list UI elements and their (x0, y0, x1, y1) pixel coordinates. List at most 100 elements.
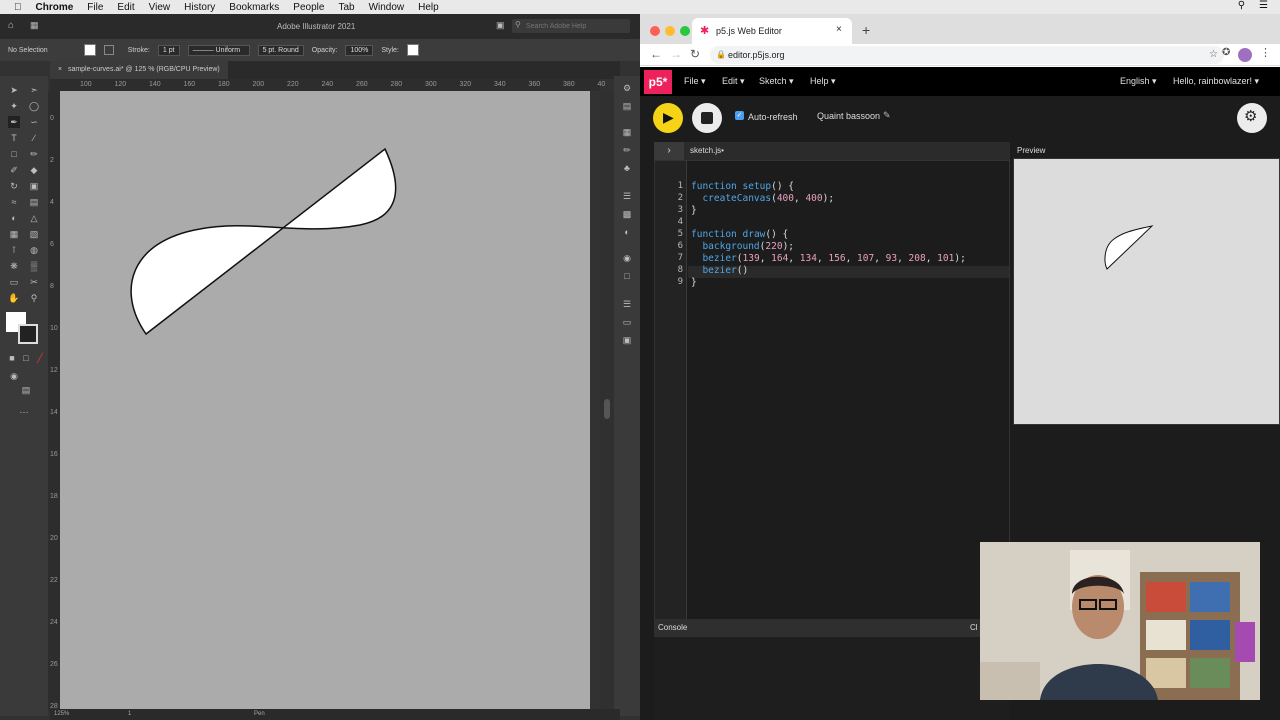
expand-sidebar-icon[interactable]: › (654, 142, 684, 160)
direct-selection-tool-icon[interactable]: ➣ (28, 84, 40, 96)
eraser-tool-icon[interactable]: ◆ (28, 164, 40, 176)
menubar-app-name[interactable]: Chrome (36, 2, 74, 13)
graphic-style-swatch[interactable] (406, 44, 419, 56)
transparency-panel-icon[interactable]: ◐ (621, 226, 633, 238)
code-line[interactable]: function draw() { (691, 229, 788, 240)
shaper-tool-icon[interactable]: ✐ (8, 164, 20, 176)
bookmark-star-icon[interactable]: ☆ (1209, 46, 1218, 64)
profile-avatar[interactable] (1238, 48, 1252, 62)
magic-wand-tool-icon[interactable]: ✦ (8, 100, 20, 112)
stroke-weight-field[interactable]: 1 pt (157, 44, 180, 56)
eyedropper-tool-icon[interactable]: ⊺ (8, 244, 20, 256)
document-tab[interactable]: × sample-curves.ai* @ 125 % (RGB/CPU Pre… (50, 61, 228, 79)
apple-icon[interactable]:  (14, 2, 22, 13)
code-line[interactable]: bezier() (691, 265, 748, 276)
type-tool-icon[interactable]: T (8, 132, 20, 144)
blend-tool-icon[interactable]: ◍ (28, 244, 40, 256)
brushes-panel-icon[interactable]: ✏ (621, 144, 633, 156)
close-tab-icon[interactable]: × (836, 24, 842, 35)
gradient-tool-icon[interactable]: ▧ (28, 228, 40, 240)
lasso-tool-icon[interactable]: ◯ (28, 100, 40, 112)
free-transform-tool-icon[interactable]: ▤ (28, 196, 40, 208)
menubar-item-tab[interactable]: Tab (338, 2, 354, 13)
curvature-tool-icon[interactable]: ∽ (28, 116, 40, 128)
menubar-item-edit[interactable]: Edit (117, 2, 134, 13)
rotate-tool-icon[interactable]: ↻ (8, 180, 20, 192)
stroke-color-box[interactable] (18, 324, 38, 344)
mesh-tool-icon[interactable]: ▦ (8, 228, 20, 240)
nav-edit-menu[interactable]: Edit ▾ (722, 76, 745, 87)
stop-button[interactable] (692, 103, 722, 133)
zoom-level[interactable]: 125% (54, 711, 69, 717)
auto-refresh-checkbox[interactable]: ✓ (735, 111, 744, 120)
gradient-panel-icon[interactable]: ▩ (621, 208, 633, 220)
address-bar[interactable]: 🔒 editor.p5js.org ☆ (710, 46, 1224, 64)
artboard-number[interactable]: 1 (128, 711, 131, 717)
appearance-panel-icon[interactable]: ◉ (621, 252, 633, 264)
symbols-panel-icon[interactable]: ♣ (621, 162, 633, 174)
none-mode-icon[interactable]: ╱ (34, 352, 46, 364)
slice-tool-icon[interactable]: ✂ (28, 276, 40, 288)
zoom-tool-icon[interactable]: ⚲ (28, 292, 40, 304)
menubar-item-view[interactable]: View (149, 2, 171, 13)
screen-mode-icon[interactable]: ▤ (20, 384, 32, 396)
nav-sketch-menu[interactable]: Sketch ▾ (759, 76, 794, 87)
artboards-panel-icon[interactable]: ▭ (621, 316, 633, 328)
scale-tool-icon[interactable]: ▣ (28, 180, 40, 192)
code-line[interactable]: } (691, 277, 697, 288)
reload-icon[interactable]: ↻ (690, 47, 700, 61)
arrange-icon[interactable]: ▣ (496, 20, 505, 31)
code-editor[interactable]: 123456789 function setup() { createCanva… (654, 160, 1010, 680)
stroke-swatch[interactable] (103, 45, 114, 55)
code-line[interactable]: } (691, 205, 697, 216)
file-tab-sketch-js[interactable]: sketch.js• (690, 146, 724, 155)
extensions-icon[interactable]: ✪ (1222, 47, 1230, 58)
language-select[interactable]: English ▾ (1120, 76, 1157, 87)
color-mode-icon[interactable]: ■ (6, 352, 18, 364)
nav-help-menu[interactable]: Help ▾ (810, 76, 836, 87)
scrollbar-thumb[interactable] (604, 399, 610, 419)
properties-panel-icon[interactable]: ⚙ (621, 82, 633, 94)
artboard-tool-icon[interactable]: ▭ (8, 276, 20, 288)
forward-icon[interactable]: → (670, 47, 682, 61)
close-tab-icon[interactable]: × (58, 66, 62, 73)
more-tools-icon[interactable]: ⋯ (18, 406, 30, 418)
line-tool-icon[interactable]: ∕ (28, 132, 40, 144)
artboard-canvas[interactable] (60, 91, 590, 709)
asset-export-panel-icon[interactable]: ▣ (621, 334, 633, 346)
console-clear-button[interactable]: Cl (970, 623, 978, 632)
width-tool-icon[interactable]: ≈ (8, 196, 20, 208)
menubar-item-bookmarks[interactable]: Bookmarks (229, 2, 279, 13)
color-panel-icon[interactable]: ▦ (621, 126, 633, 138)
bezier-curve-artwork[interactable] (60, 91, 590, 709)
menubar-item-history[interactable]: History (184, 2, 215, 13)
chrome-menu-icon[interactable]: ⋮ (1260, 46, 1271, 59)
stroke-panel-icon[interactable]: ☰ (621, 190, 633, 202)
menubar-item-help[interactable]: Help (418, 2, 439, 13)
user-menu[interactable]: Hello, rainbowlazer! ▾ (1173, 76, 1259, 87)
workspace-icon[interactable]: ▦ (30, 20, 39, 31)
variable-width-profile-select[interactable]: ——— Uniform (187, 44, 250, 56)
close-window-button[interactable] (650, 26, 660, 36)
code-line[interactable]: bezier(139, 164, 134, 156, 107, 93, 208,… (691, 253, 965, 264)
sketch-name[interactable]: Quaint bassoon (817, 111, 880, 121)
help-search-input[interactable] (526, 21, 626, 31)
spotlight-search-icon[interactable]: ⚲ (1238, 0, 1245, 11)
new-tab-icon[interactable]: + (862, 22, 870, 38)
menubar-item-window[interactable]: Window (369, 2, 405, 13)
nav-file-menu[interactable]: File ▾ (684, 76, 706, 87)
settings-button[interactable]: ⚙ (1237, 103, 1267, 133)
gradient-mode-icon[interactable]: □ (20, 352, 32, 364)
edit-name-pencil-icon[interactable]: ✎ (883, 110, 891, 121)
layers-panel-icon[interactable]: ☰ (621, 298, 633, 310)
draw-mode-icon[interactable]: ◉ (8, 370, 20, 382)
home-icon[interactable]: ⌂ (8, 20, 14, 31)
maximize-window-button[interactable] (680, 26, 690, 36)
fill-swatch[interactable] (83, 44, 96, 56)
symbol-sprayer-tool-icon[interactable]: ❋ (8, 260, 20, 272)
code-line[interactable]: function setup() { (691, 181, 794, 192)
menubar-item-people[interactable]: People (293, 2, 324, 13)
hand-tool-icon[interactable]: ✋ (8, 292, 20, 304)
selection-tool-icon[interactable]: ➤ (8, 84, 20, 96)
shape-builder-tool-icon[interactable]: ◐ (8, 212, 20, 224)
